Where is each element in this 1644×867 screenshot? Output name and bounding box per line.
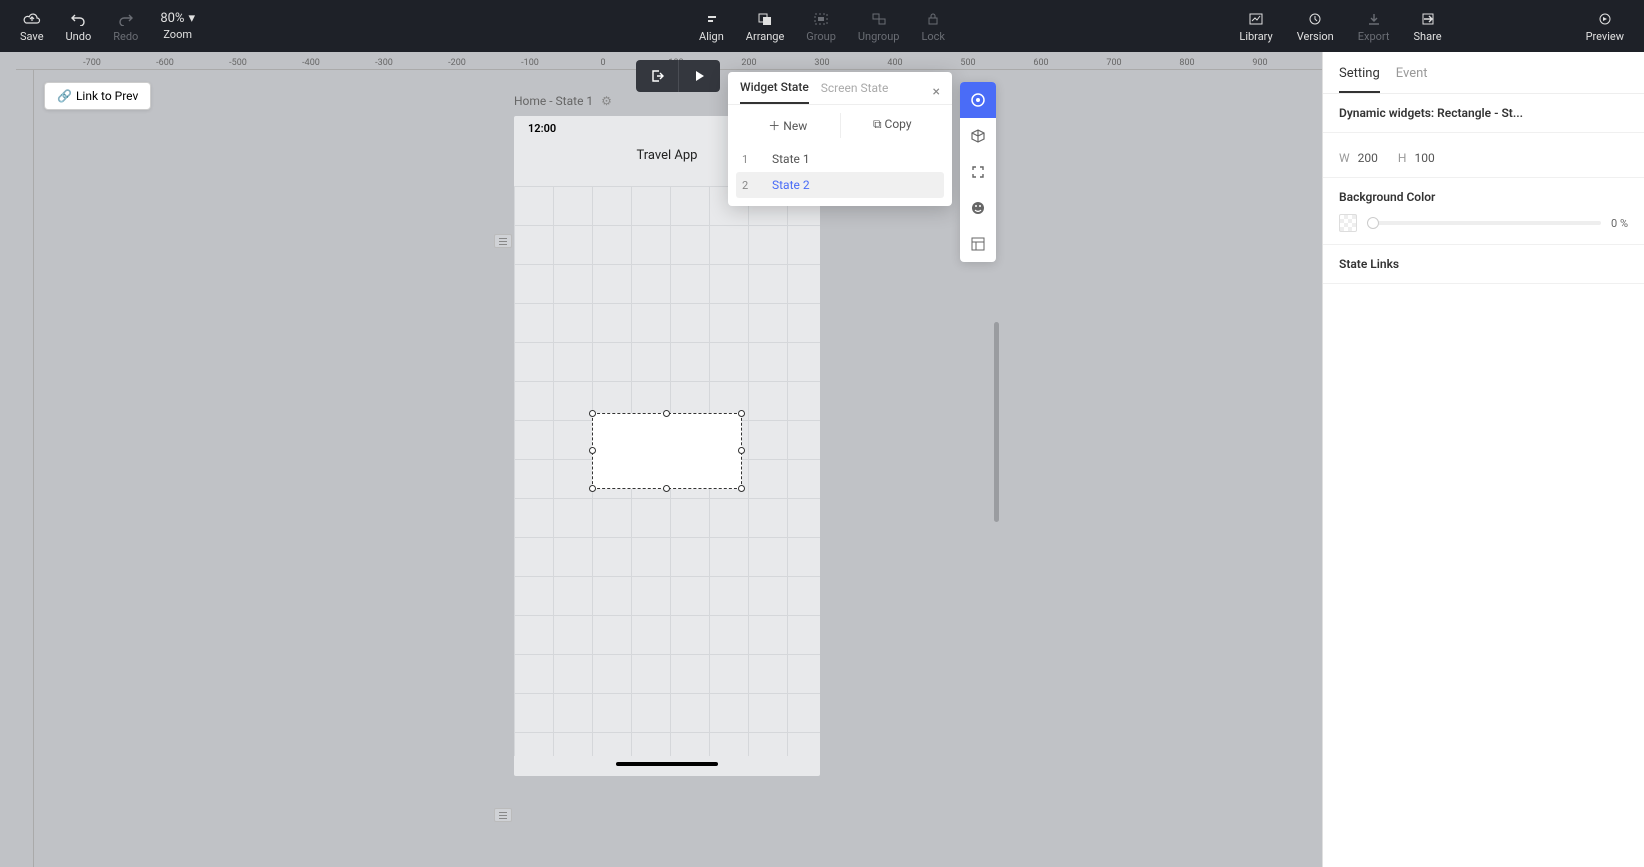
opacity-slider[interactable] — [1367, 221, 1601, 225]
redo-icon — [117, 10, 135, 28]
tab-event[interactable]: Event — [1396, 66, 1428, 93]
ungroup-icon — [870, 10, 888, 28]
slider-thumb[interactable] — [1367, 217, 1379, 229]
target-tool[interactable] — [960, 82, 996, 118]
preview-play-bar — [636, 60, 720, 92]
tab-setting[interactable]: Setting — [1339, 66, 1380, 93]
widget-name-label: Dynamic widgets: Rectangle - St... — [1339, 106, 1628, 120]
ungroup-button[interactable]: Ungroup — [858, 10, 900, 43]
redo-button[interactable]: Redo — [113, 10, 138, 43]
save-button[interactable]: Save — [20, 10, 44, 43]
right-tool-strip — [960, 82, 996, 262]
group-icon — [812, 10, 830, 28]
align-icon — [702, 10, 720, 28]
library-button[interactable]: Library — [1239, 10, 1272, 43]
lock-icon — [924, 10, 942, 28]
vertical-ruler — [16, 70, 34, 867]
height-field[interactable]: H 100 — [1398, 151, 1435, 165]
home-indicator — [616, 762, 718, 766]
version-icon — [1306, 10, 1324, 28]
group-button[interactable]: Group — [806, 10, 836, 43]
align-button[interactable]: Align — [699, 10, 724, 43]
library-icon — [1247, 10, 1265, 28]
copy-state-button[interactable]: ⧉ Copy — [840, 113, 945, 138]
bg-color-label: Background Color — [1339, 190, 1628, 204]
breadcrumb-text: Home - State 1 — [514, 94, 593, 108]
exit-preview-button[interactable] — [636, 60, 678, 92]
lock-button[interactable]: Lock — [921, 10, 945, 43]
tab-screen-state[interactable]: Screen State — [821, 81, 889, 103]
device-frame: 12:00 Travel App — [514, 116, 820, 776]
tab-widget-state[interactable]: Widget State — [740, 80, 809, 104]
scrollbar[interactable] — [994, 322, 999, 522]
opacity-value: 0 % — [1611, 217, 1628, 230]
expand-tool[interactable] — [960, 154, 996, 190]
resize-handle-s[interactable] — [663, 485, 670, 492]
panel-toggle-top[interactable] — [494, 234, 512, 248]
resize-handle-se[interactable] — [738, 485, 745, 492]
zoom-value: 80% — [160, 11, 184, 26]
preview-icon — [1596, 10, 1614, 28]
export-button[interactable]: Export — [1358, 10, 1390, 43]
properties-panel: Setting Event Dynamic widgets: Rectangle… — [1322, 52, 1644, 867]
width-field[interactable]: W 200 — [1339, 151, 1378, 165]
link-to-prev-button[interactable]: 🔗 Link to Prev — [44, 82, 151, 110]
cloud-save-icon — [23, 10, 41, 28]
share-icon — [1419, 10, 1437, 28]
resize-handle-ne[interactable] — [738, 410, 745, 417]
selected-rectangle[interactable] — [592, 413, 742, 489]
main-area: -700-600-500-400-300-200-100010020030040… — [0, 52, 1644, 867]
undo-button[interactable]: Undo — [66, 10, 92, 43]
new-state-button[interactable]: ＋ New — [736, 113, 840, 138]
color-swatch[interactable] — [1339, 214, 1357, 232]
arrange-icon — [756, 10, 774, 28]
emoji-tool[interactable] — [960, 190, 996, 226]
widget-state-panel: Widget State Screen State × ＋ New ⧉ Copy… — [728, 72, 952, 206]
left-tool-strip — [0, 52, 16, 867]
layout-tool[interactable] — [960, 226, 996, 262]
arrange-button[interactable]: Arrange — [746, 10, 784, 43]
close-icon[interactable]: × — [933, 84, 940, 100]
status-time: 12:00 — [528, 122, 556, 135]
chevron-down-icon: ▾ — [188, 11, 195, 26]
state-item[interactable]: 2 State 2 — [736, 172, 944, 198]
panel-toggle-bottom[interactable] — [494, 808, 512, 822]
resize-handle-sw[interactable] — [589, 485, 596, 492]
resize-handle-e[interactable] — [738, 447, 745, 454]
state-links-label: State Links — [1339, 257, 1628, 271]
breadcrumb: Home - State 1 ⚙ — [514, 94, 612, 108]
resize-handle-w[interactable] — [589, 447, 596, 454]
share-button[interactable]: Share — [1414, 10, 1442, 43]
link-icon: 🔗 — [57, 89, 72, 103]
zoom-control[interactable]: 80% ▾ Zoom — [160, 11, 195, 41]
top-toolbar: Save Undo Redo 80% ▾ Zoom Alig — [0, 0, 1644, 52]
state-item[interactable]: 1 State 1 — [736, 146, 944, 172]
undo-icon — [69, 10, 87, 28]
resize-handle-nw[interactable] — [589, 410, 596, 417]
export-icon — [1365, 10, 1383, 28]
play-button[interactable] — [678, 60, 720, 92]
canvas[interactable]: -700-600-500-400-300-200-100010020030040… — [16, 52, 1322, 867]
gear-icon[interactable]: ⚙ — [601, 94, 612, 108]
cube-tool[interactable] — [960, 118, 996, 154]
version-button[interactable]: Version — [1297, 10, 1334, 43]
resize-handle-n[interactable] — [663, 410, 670, 417]
preview-button[interactable]: Preview — [1586, 10, 1624, 43]
